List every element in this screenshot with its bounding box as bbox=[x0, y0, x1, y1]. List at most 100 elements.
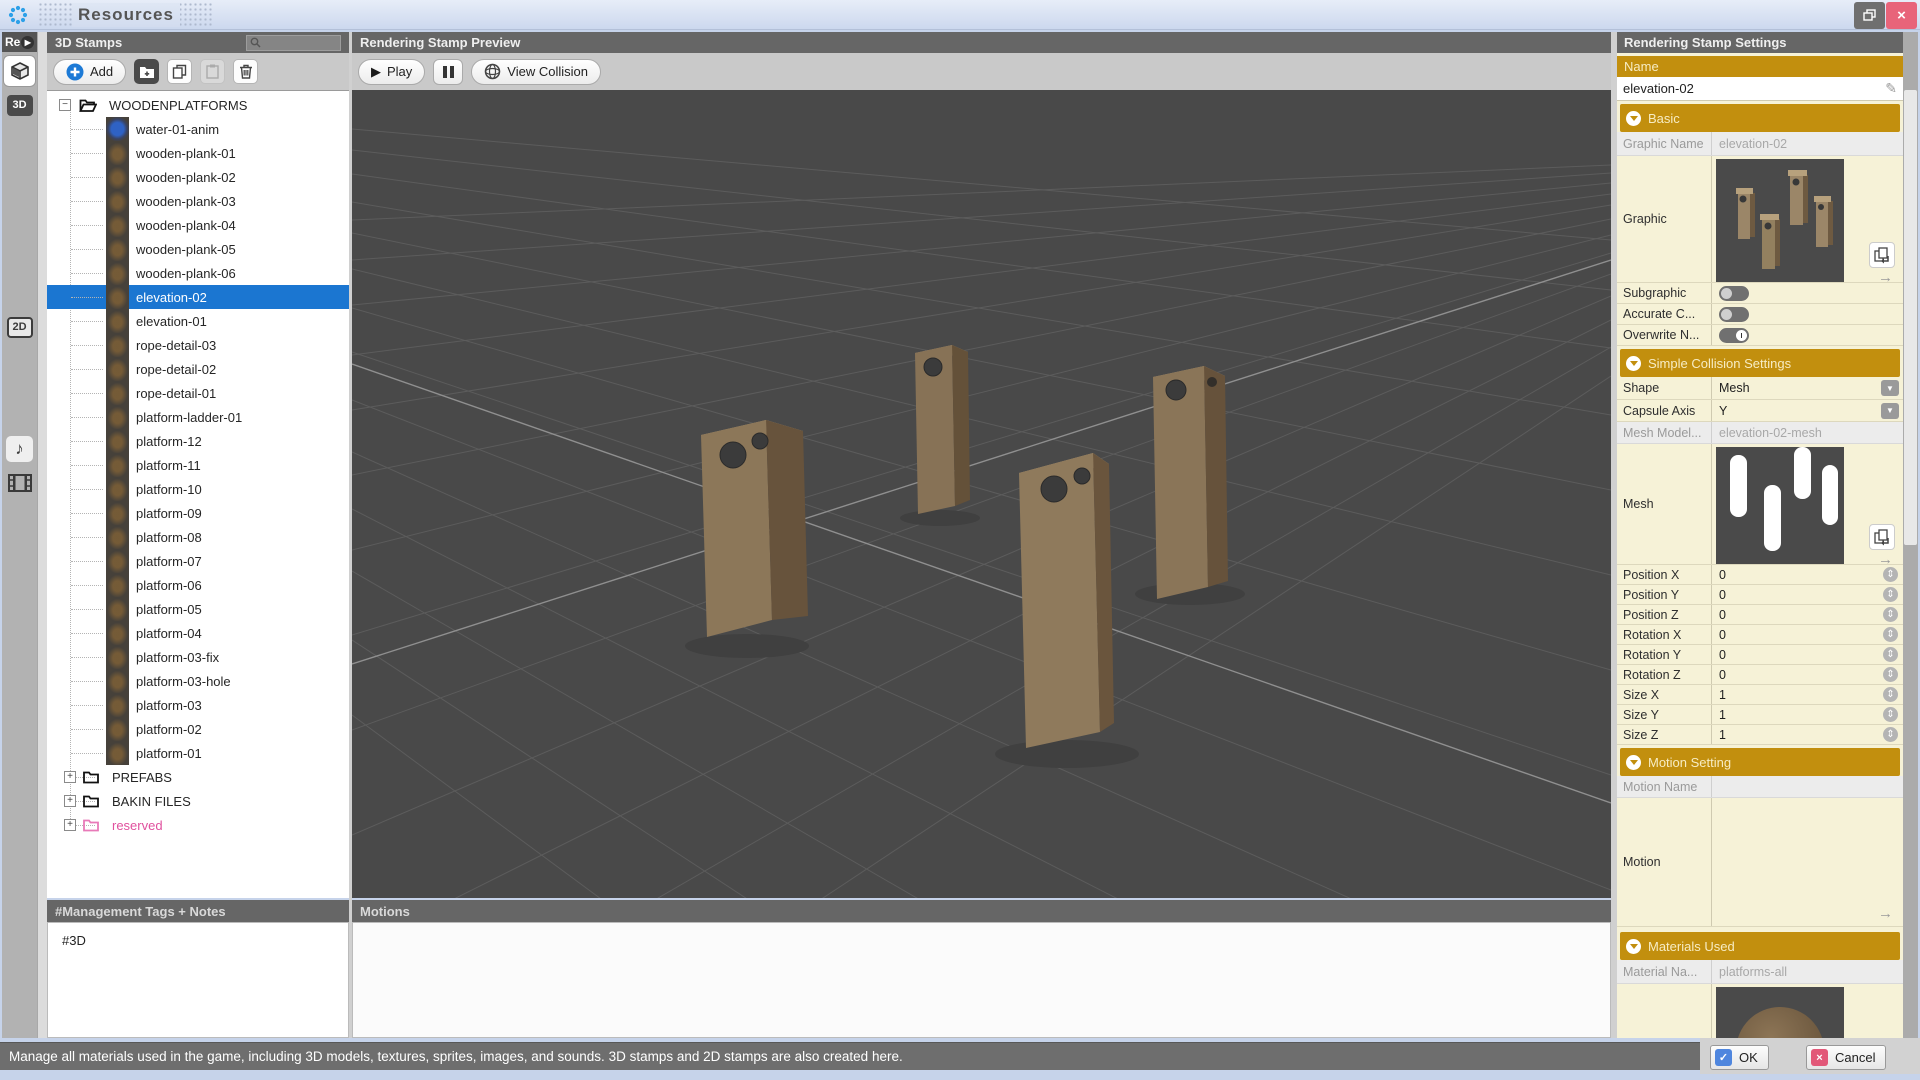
expand-icon[interactable]: + bbox=[64, 795, 76, 807]
spinner-icon[interactable]: ⇕ bbox=[1883, 587, 1898, 602]
section-basic[interactable]: Basic bbox=[1620, 104, 1900, 132]
tree-folder[interactable]: + reserved bbox=[47, 813, 349, 837]
copy-icon bbox=[172, 64, 187, 79]
stamp-name-field[interactable]: elevation-02 ✎ bbox=[1617, 77, 1903, 101]
duplicate-button[interactable] bbox=[167, 59, 192, 84]
resource-type-sidebar: Re ▶ 3D 2D ♪ bbox=[2, 32, 37, 1038]
swap-mesh-button[interactable] bbox=[1869, 524, 1895, 550]
tree-item[interactable]: platform-10 bbox=[47, 477, 349, 501]
spinner-icon[interactable]: ⇕ bbox=[1883, 567, 1898, 582]
play-button[interactable]: ▶ Play bbox=[358, 59, 425, 85]
tree-item[interactable]: platform-06 bbox=[47, 573, 349, 597]
management-tags-notes[interactable]: #3D bbox=[47, 922, 349, 1038]
spinner-icon[interactable]: ⇕ bbox=[1883, 667, 1898, 682]
tree-item[interactable]: wooden-plank-05 bbox=[47, 237, 349, 261]
expand-icon[interactable]: + bbox=[64, 819, 76, 831]
tree-item[interactable]: water-01-anim bbox=[47, 117, 349, 141]
close-window-button[interactable]: × bbox=[1886, 2, 1917, 29]
add-stamp-button[interactable]: Add bbox=[53, 59, 126, 85]
tree-item[interactable]: platform-01 bbox=[47, 741, 349, 765]
open-motion-icon[interactable]: → bbox=[1878, 905, 1893, 922]
item-label: platform-09 bbox=[136, 506, 202, 521]
item-label: platform-04 bbox=[136, 626, 202, 641]
spinner-icon[interactable]: ⇕ bbox=[1883, 627, 1898, 642]
sidebar-item-movies[interactable] bbox=[4, 468, 35, 498]
tree-item[interactable]: platform-03-hole bbox=[47, 669, 349, 693]
capsule-axis-dropdown[interactable]: ▼ bbox=[1881, 403, 1899, 419]
spinner-icon[interactable]: ⇕ bbox=[1883, 707, 1898, 722]
tree-item[interactable]: platform-03 bbox=[47, 693, 349, 717]
restore-window-button[interactable] bbox=[1854, 2, 1885, 29]
tree-folder[interactable]: + BAKIN FILES bbox=[47, 789, 349, 813]
tree-item[interactable]: platform-07 bbox=[47, 549, 349, 573]
new-folder-button[interactable] bbox=[134, 59, 159, 84]
tree-item[interactable]: platform-03-fix bbox=[47, 645, 349, 669]
spinner-icon[interactable]: ⇕ bbox=[1883, 607, 1898, 622]
stamps-search-box[interactable] bbox=[246, 35, 341, 51]
accurate-collision-toggle[interactable] bbox=[1719, 307, 1749, 322]
search-input[interactable] bbox=[261, 37, 331, 49]
item-thumbnail bbox=[106, 477, 129, 501]
section-motion[interactable]: Motion Setting bbox=[1620, 748, 1900, 776]
overwrite-toggle[interactable] bbox=[1719, 328, 1749, 343]
accurate-collision-row: Accurate C... bbox=[1617, 304, 1903, 325]
section-materials[interactable]: Materials Used bbox=[1620, 932, 1900, 960]
tree-folder-woodenplatforms[interactable]: − WOODENPLATFORMS bbox=[47, 93, 349, 117]
tree-item[interactable]: wooden-plank-06 bbox=[47, 261, 349, 285]
graphic-name-row: Graphic Name elevation-02 bbox=[1617, 132, 1903, 156]
sidebar-splitter[interactable] bbox=[37, 32, 47, 1038]
tree-item[interactable]: wooden-plank-02 bbox=[47, 165, 349, 189]
resources-panel-tab[interactable]: Re ▶ bbox=[2, 32, 37, 52]
tree-item[interactable]: rope-detail-01 bbox=[47, 381, 349, 405]
expand-sidebar-icon[interactable]: ▶ bbox=[21, 36, 34, 49]
graphic-row: Graphic bbox=[1617, 156, 1903, 283]
shape-dropdown[interactable]: ▼ bbox=[1881, 380, 1899, 396]
tree-item[interactable]: platform-ladder-01 bbox=[47, 405, 349, 429]
pause-button[interactable] bbox=[433, 59, 463, 85]
tree-item[interactable]: elevation-02 bbox=[47, 285, 349, 309]
tree-item[interactable]: platform-02 bbox=[47, 717, 349, 741]
swap-graphic-button[interactable] bbox=[1869, 242, 1895, 268]
edit-pencil-icon[interactable]: ✎ bbox=[1885, 80, 1897, 97]
tree-item[interactable]: platform-04 bbox=[47, 621, 349, 645]
tree-item[interactable]: platform-08 bbox=[47, 525, 349, 549]
collapse-icon[interactable]: − bbox=[59, 99, 71, 111]
sidebar-item-3d-models[interactable]: 3D bbox=[4, 90, 35, 120]
view-collision-button[interactable]: View Collision bbox=[471, 59, 601, 85]
tree-item[interactable]: rope-detail-03 bbox=[47, 333, 349, 357]
spinner-icon[interactable]: ⇕ bbox=[1883, 727, 1898, 742]
ok-button[interactable]: ✓ OK bbox=[1710, 1045, 1769, 1070]
material-thumbnail[interactable] bbox=[1716, 987, 1844, 1038]
tree-item[interactable]: platform-12 bbox=[47, 429, 349, 453]
tree-item[interactable]: platform-11 bbox=[47, 453, 349, 477]
item-label: platform-03-fix bbox=[136, 650, 219, 665]
tree-item[interactable]: elevation-01 bbox=[47, 309, 349, 333]
collision-field-row: Rotation Y 0 ⇕ bbox=[1617, 645, 1903, 665]
spinner-icon[interactable]: ⇕ bbox=[1883, 647, 1898, 662]
collision-field-row: Position Z 0 ⇕ bbox=[1617, 605, 1903, 625]
spinner-icon[interactable]: ⇕ bbox=[1883, 687, 1898, 702]
section-simple-collision[interactable]: Simple Collision Settings bbox=[1620, 349, 1900, 377]
delete-button[interactable] bbox=[233, 59, 258, 84]
tree-item[interactable]: wooden-plank-04 bbox=[47, 213, 349, 237]
settings-scrollbar[interactable] bbox=[1903, 32, 1918, 1038]
replace-icon bbox=[1873, 246, 1891, 264]
subgraphic-toggle[interactable] bbox=[1719, 286, 1749, 301]
sidebar-item-sounds[interactable]: ♪ bbox=[4, 434, 35, 464]
tree-item[interactable]: platform-09 bbox=[47, 501, 349, 525]
expand-icon[interactable]: + bbox=[64, 771, 76, 783]
overwrite-row: Overwrite N... bbox=[1617, 325, 1903, 346]
tree-item[interactable]: wooden-plank-03 bbox=[47, 189, 349, 213]
tree-item[interactable]: wooden-plank-01 bbox=[47, 141, 349, 165]
preview-viewport-3d[interactable] bbox=[352, 90, 1611, 898]
graphic-thumbnail[interactable] bbox=[1716, 159, 1844, 282]
sidebar-item-2d-stamps[interactable]: 2D bbox=[4, 312, 35, 342]
motions-list[interactable] bbox=[352, 922, 1611, 1038]
tree-folder[interactable]: + PREFABS bbox=[47, 765, 349, 789]
cancel-button[interactable]: × Cancel bbox=[1806, 1045, 1886, 1070]
tree-item[interactable]: rope-detail-02 bbox=[47, 357, 349, 381]
tree-item[interactable]: platform-05 bbox=[47, 597, 349, 621]
mesh-thumbnail[interactable] bbox=[1716, 447, 1844, 564]
sidebar-item-3d-stamps[interactable] bbox=[4, 56, 35, 86]
scrollbar-thumb[interactable] bbox=[1904, 90, 1917, 545]
